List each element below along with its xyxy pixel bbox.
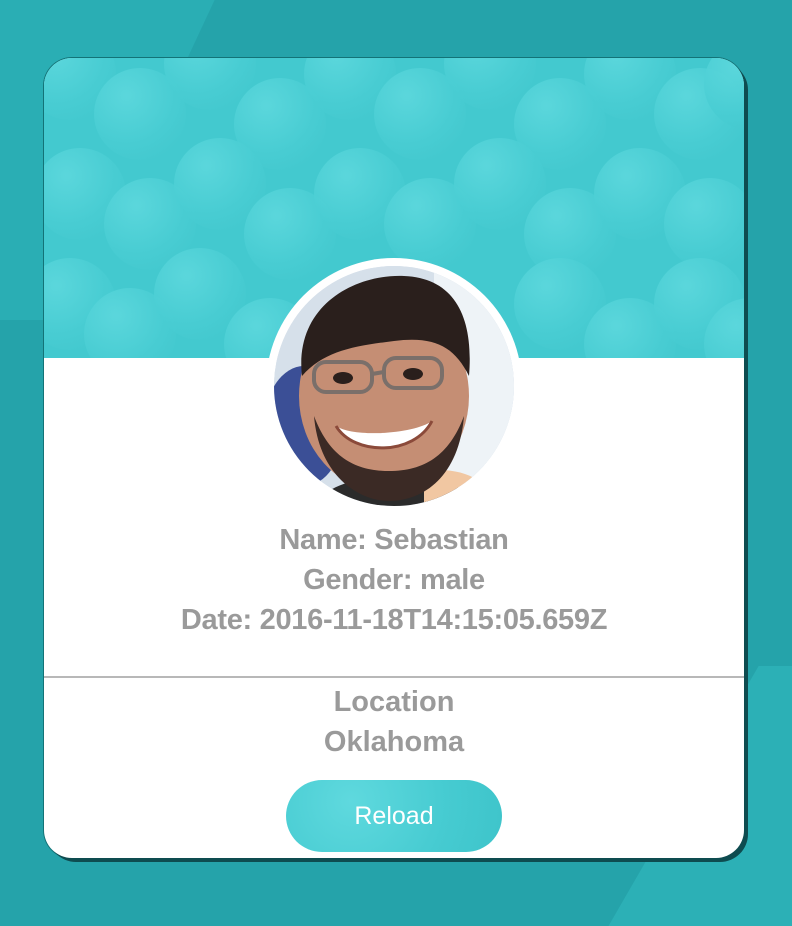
profile-name: Name: Sebastian [279, 524, 509, 556]
profile-gender: Gender: male [303, 564, 485, 596]
profile-card: Name: Sebastian Gender: male Date: 2016-… [44, 58, 744, 858]
reload-button-label: Reload [354, 802, 434, 830]
section-divider [44, 676, 744, 678]
location-value: Oklahoma [323, 726, 465, 758]
reload-button[interactable]: Reload [286, 780, 502, 852]
avatar-photo-icon [274, 266, 514, 506]
avatar-frame [266, 258, 522, 514]
location-heading: Location [333, 686, 455, 718]
location-section: Location Oklahoma [44, 682, 744, 762]
avatar [274, 266, 514, 506]
profile-date: Date: 2016-11-18T14:15:05.659Z [180, 604, 608, 636]
profile-info: Name: Sebastian Gender: male Date: 2016-… [44, 520, 744, 640]
